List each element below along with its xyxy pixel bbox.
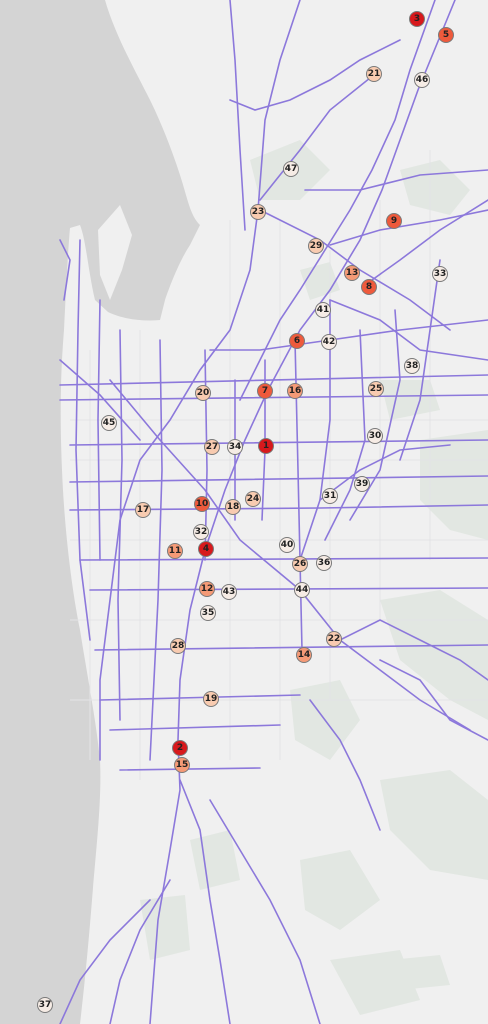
map-marker-27[interactable]: 27: [204, 439, 220, 455]
map-marker-46[interactable]: 46: [414, 72, 430, 88]
map-marker-39[interactable]: 39: [354, 476, 370, 492]
map-marker-33[interactable]: 33: [432, 266, 448, 282]
map-marker-38[interactable]: 38: [404, 358, 420, 374]
map-marker-14[interactable]: 14: [296, 647, 312, 663]
map-marker-8[interactable]: 8: [361, 279, 377, 295]
map-marker-7[interactable]: 7: [257, 383, 273, 399]
map-marker-9[interactable]: 9: [386, 213, 402, 229]
map-marker-6[interactable]: 6: [289, 333, 305, 349]
map-marker-20[interactable]: 20: [195, 385, 211, 401]
map-marker-29[interactable]: 29: [308, 238, 324, 254]
map-marker-11[interactable]: 11: [167, 543, 183, 559]
map-marker-43[interactable]: 43: [221, 584, 237, 600]
map-marker-42[interactable]: 42: [321, 334, 337, 350]
map-marker-26[interactable]: 26: [292, 556, 308, 572]
map-marker-3[interactable]: 3: [409, 11, 425, 27]
map-marker-36[interactable]: 36: [316, 555, 332, 571]
map-marker-24[interactable]: 24: [245, 491, 261, 507]
map-marker-32[interactable]: 32: [193, 524, 209, 540]
map-marker-23[interactable]: 23: [250, 204, 266, 220]
map-marker-13[interactable]: 13: [344, 265, 360, 281]
map-marker-1[interactable]: 1: [258, 438, 274, 454]
map-marker-25[interactable]: 25: [368, 381, 384, 397]
map-marker-47[interactable]: 47: [283, 161, 299, 177]
map-marker-16[interactable]: 16: [287, 383, 303, 399]
map-marker-5[interactable]: 5: [438, 27, 454, 43]
map-marker-19[interactable]: 19: [203, 691, 219, 707]
map-marker-10[interactable]: 10: [194, 496, 210, 512]
map-marker-15[interactable]: 15: [174, 757, 190, 773]
map-marker-18[interactable]: 18: [225, 499, 241, 515]
map-marker-2[interactable]: 2: [172, 740, 188, 756]
map-view[interactable]: 1 2 3 4 5 6 7 8 9 10 11 12 13 14 15 16 17 18 19 20 21 22 23 24 2…: [0, 0, 488, 1024]
map-marker-22[interactable]: 22: [326, 631, 342, 647]
map-marker-41[interactable]: 41: [315, 302, 331, 318]
map-marker-45[interactable]: 45: [101, 415, 117, 431]
map-marker-31[interactable]: 31: [322, 488, 338, 504]
map-marker-37[interactable]: 37: [37, 997, 53, 1013]
map-marker-17[interactable]: 17: [135, 502, 151, 518]
map-marker-35[interactable]: 35: [200, 605, 216, 621]
map-marker-12[interactable]: 12: [199, 581, 215, 597]
map-marker-21[interactable]: 21: [366, 66, 382, 82]
map-marker-44[interactable]: 44: [294, 582, 310, 598]
map-marker-40[interactable]: 40: [279, 537, 295, 553]
map-marker-4[interactable]: 4: [198, 541, 214, 557]
map-marker-34[interactable]: 34: [227, 439, 243, 455]
basemap: [0, 0, 488, 1024]
map-marker-30[interactable]: 30: [367, 428, 383, 444]
map-marker-28[interactable]: 28: [170, 638, 186, 654]
